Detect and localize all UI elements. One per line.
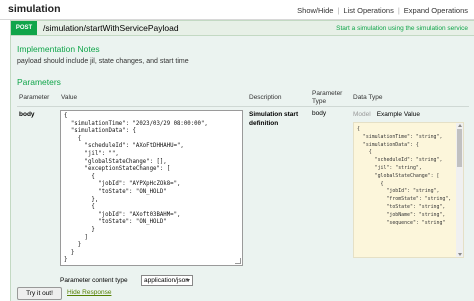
resource-links: Show/Hide | List Operations | Expand Operati… [297, 6, 468, 15]
column-header-parameter: Parameter [19, 94, 50, 101]
operation-heading[interactable]: POST /simulation/startWithServicePayload… [10, 20, 474, 36]
textarea-resize-handle[interactable] [235, 258, 241, 264]
parameter-name: body [19, 111, 35, 118]
tab-example-value[interactable]: Example Value [377, 111, 420, 118]
implementation-notes-heading: Implementation Notes [17, 44, 100, 54]
list-operations-link[interactable]: List Operations [343, 6, 393, 15]
operation-summary[interactable]: Start a simulation using the simulation … [336, 25, 468, 32]
scroll-up-arrow-icon[interactable] [458, 124, 462, 127]
example-json-text[interactable]: { "simulationTime": "string", "simulatio… [354, 123, 463, 227]
show-hide-link[interactable]: Show/Hide [297, 6, 333, 15]
link-separator: | [337, 6, 340, 15]
column-header-description: Description [249, 94, 282, 101]
tab-model[interactable]: Model [353, 111, 371, 118]
table-header-divider [17, 106, 469, 107]
content-type-select[interactable]: application/json [141, 275, 193, 286]
column-header-data-type: Data Type [353, 94, 383, 101]
body-value-textarea[interactable]: { "simulationTime": "2023/03/29 08:00:00… [60, 110, 243, 266]
scroll-down-arrow-icon[interactable] [458, 253, 462, 256]
content-type-selected-value: application/json [144, 277, 189, 284]
body-json-text[interactable]: { "simulationTime": "2023/03/29 08:00:00… [61, 111, 242, 265]
example-value-box[interactable]: { "simulationTime": "string", "simulatio… [353, 122, 464, 258]
try-it-out-button[interactable]: Try it out! [17, 287, 62, 300]
resource-title[interactable]: simulation [8, 3, 61, 15]
chevron-down-icon [186, 279, 190, 282]
resource-header: simulation Show/Hide | List Operations | Exp… [0, 0, 474, 20]
data-type-tabs: Model Example Value [353, 111, 420, 118]
column-header-parameter-type: Parameter Type [312, 90, 343, 105]
column-header-value: Value [61, 94, 78, 101]
parameter-description: Simulation start definition [249, 111, 299, 127]
example-scrollbar[interactable] [456, 123, 463, 257]
http-method-badge[interactable]: POST [11, 21, 37, 35]
implementation-notes-text: payload should include jil, state change… [17, 58, 189, 65]
hide-response-link[interactable]: Hide Response [67, 289, 111, 296]
operation-path[interactable]: /simulation/startWithServicePayload [43, 23, 179, 33]
parameter-type: body [312, 110, 327, 117]
parameters-heading: Parameters [17, 77, 61, 87]
expand-operations-link[interactable]: Expand Operations [404, 6, 468, 15]
link-separator: | [397, 6, 400, 15]
scrollbar-thumb[interactable] [457, 129, 462, 167]
operation-content: Implementation Notes payload should incl… [10, 36, 474, 301]
content-type-label: Parameter content type [60, 277, 128, 284]
